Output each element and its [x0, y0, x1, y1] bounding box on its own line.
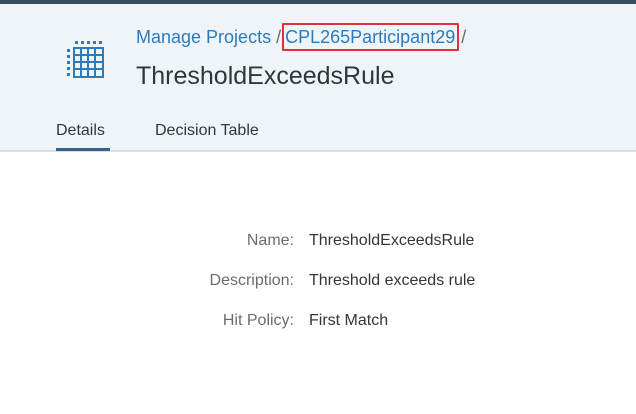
- tab-details[interactable]: Details: [56, 121, 105, 141]
- description-value: Threshold exceeds rule: [309, 272, 476, 289]
- hit-policy-label: Hit Policy:: [222, 312, 294, 329]
- form-row-description: Description: Threshold exceeds rule: [0, 270, 636, 292]
- breadcrumb-link-manage-projects[interactable]: Manage Projects: [136, 27, 271, 47]
- selected-tab-indicator: [56, 148, 110, 151]
- tab-decision-table[interactable]: Decision Table: [155, 121, 259, 141]
- description-label: Description:: [209, 272, 294, 289]
- page-title: ThresholdExceedsRule: [136, 62, 395, 90]
- hit-policy-value: First Match: [309, 312, 389, 329]
- breadcrumb-separator: /: [461, 27, 467, 47]
- breadcrumb-separator: /: [276, 27, 282, 47]
- name-value: ThresholdExceedsRule: [309, 232, 475, 249]
- breadcrumb-link-project[interactable]: CPL265Participant29: [285, 27, 455, 47]
- breadcrumb: Manage Projects / CPL265Participant29/: [136, 23, 467, 51]
- highlight-box: CPL265Participant29: [282, 23, 460, 51]
- decision-table-icon: [67, 41, 104, 78]
- form-row-name: Name: ThresholdExceedsRule: [0, 230, 636, 252]
- form-row-hit-policy: Hit Policy: First Match: [0, 310, 636, 332]
- name-label: Name:: [246, 232, 294, 249]
